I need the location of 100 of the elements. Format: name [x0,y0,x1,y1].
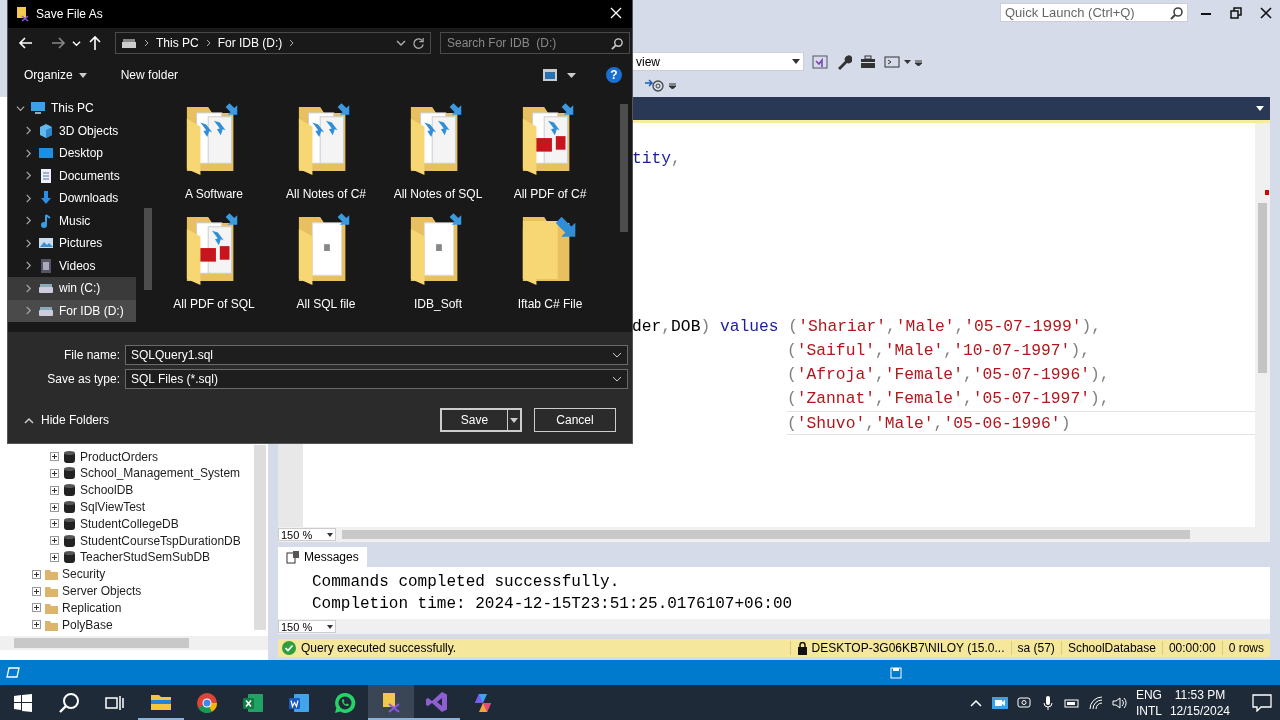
quick-launch-field[interactable]: Quick Launch (Ctrl+Q) [1000,3,1188,22]
forward-arrow-icon[interactable] [50,35,66,51]
nav-item[interactable]: Desktop [8,142,136,165]
database-dropdown[interactable]: view [632,52,804,71]
folder-name[interactable]: A Software [185,187,243,201]
vertical-scrollbar[interactable] [1255,123,1270,527]
expand-icon[interactable] [50,502,59,512]
code-editor-icon[interactable] [425,689,449,714]
expand-icon[interactable] [50,519,59,529]
expand-icon[interactable] [32,569,41,579]
folder-name[interactable]: PolyBase [62,617,113,632]
clock-date[interactable]: 12/15/2024 [1169,702,1230,719]
folder-name[interactable]: Replication [62,600,122,615]
expand-icon[interactable] [32,586,41,596]
chevron-down-icon[interactable] [72,38,81,48]
toolbox-icon[interactable] [860,53,876,70]
chevron-right-icon[interactable] [24,216,33,226]
nav-item[interactable]: 3D Objects [8,119,136,142]
wifi-icon[interactable] [1087,694,1104,711]
chevron-right-icon[interactable] [24,261,33,271]
save-button[interactable]: Save [440,408,522,432]
wrench-icon[interactable] [836,53,852,70]
save-icon[interactable] [890,666,902,679]
messages-tab[interactable]: Messages [278,547,367,567]
back-arrow-icon[interactable] [18,35,34,51]
expand-icon[interactable] [50,485,59,495]
hide-folders-button[interactable]: Hide Folders [18,412,116,428]
restore-icon[interactable] [1228,4,1244,21]
chevron-right-icon[interactable] [24,238,33,248]
database-name[interactable]: StudentCollegeDB [80,516,179,531]
horizontal-scrollbar[interactable] [342,530,1190,539]
language-indicator[interactable]: ENG [1135,686,1162,703]
browser-icon[interactable] [195,690,219,715]
caret-icon[interactable] [904,59,911,64]
speaker-icon[interactable] [1111,694,1128,711]
folder-name[interactable]: All PDF of C# [513,187,587,201]
folder-name[interactable]: All Notes of C# [285,187,366,201]
keyboard-layout[interactable]: INTL [1135,702,1162,719]
notification-icon[interactable] [1252,693,1272,712]
chevron-right-icon[interactable] [24,148,33,158]
new-folder-button[interactable]: New folder [114,66,185,84]
address-bar[interactable]: This PC For IDB (D:) [115,32,431,54]
database-name[interactable]: TeacherStudSemSubDB [80,550,211,565]
nav-item[interactable]: Pictures [8,232,136,255]
chevron-down-icon[interactable] [16,103,25,113]
folder-name[interactable]: All SQL file [296,297,356,311]
expand-icon[interactable] [50,536,59,546]
breadcrumb-item[interactable]: For IDB (D:) [217,36,283,50]
organize-button[interactable]: Organize [18,66,93,84]
breadcrumb-item[interactable]: This PC [156,36,199,50]
chevron-right-icon[interactable] [24,193,33,203]
nav-item[interactable]: Documents [8,164,136,187]
chevron-right-icon[interactable] [24,171,33,181]
chevron-right-icon[interactable] [204,39,212,47]
view-icon[interactable] [543,69,557,81]
database-name[interactable]: SqlViewTest [80,500,146,514]
database-name[interactable]: ProductOrders [80,449,159,464]
help-button[interactable]: ? [606,67,622,83]
chevron-right-icon[interactable] [24,126,33,136]
folder-name[interactable]: All Notes of SQL [393,187,483,201]
overflow-icon[interactable] [669,81,676,89]
database-name[interactable]: StudentCourseTspDurationDB [80,533,241,548]
horizontal-scrollbar[interactable] [0,636,268,650]
expand-icon[interactable] [32,620,41,630]
nav-item[interactable]: Downloads [8,187,136,210]
nav-item[interactable]: Music [8,209,136,232]
search-field[interactable]: Search For IDB (D:) [440,32,630,54]
zoom-dropdown[interactable]: 150 % [278,620,336,633]
clock-time[interactable]: 11:53 PM [1174,686,1226,703]
chevron-right-icon[interactable] [24,306,33,316]
arrow-at-icon[interactable] [645,78,665,92]
file-type-dropdown[interactable]: SQL Files (*.sql) [125,369,628,389]
folder-name[interactable]: All PDF of SQL [173,297,255,311]
close-icon[interactable] [1258,4,1274,21]
chevron-down-icon[interactable] [396,38,406,48]
folder-name[interactable]: Iftab C# File [517,297,583,311]
chat-icon[interactable] [333,690,357,715]
folder-name[interactable]: IDB_Soft [414,297,462,311]
database-name[interactable]: SchoolDB [80,483,134,498]
chevron-right-icon[interactable] [143,39,150,47]
up-arrow-icon[interactable] [87,35,103,51]
zoom-dropdown[interactable]: 150 % [278,528,336,541]
webcam-icon[interactable] [1015,694,1032,711]
cancel-button[interactable]: Cancel [534,408,616,432]
chevron-right-icon[interactable] [288,39,296,47]
folder-name[interactable]: Server Objects [62,584,142,598]
nav-item[interactable]: Videos [8,254,136,277]
expand-icon[interactable] [50,552,59,562]
folder-name[interactable]: Security [62,567,106,582]
caret-icon[interactable] [567,72,576,78]
overflow-icon[interactable] [915,57,922,66]
expand-icon[interactable] [50,468,59,478]
nav-item[interactable]: This PC [8,97,136,120]
database-name[interactable]: School_Management_System [80,466,241,481]
terminal-icon[interactable] [884,53,900,70]
window-icon[interactable] [812,53,828,70]
vertical-scrollbar[interactable] [254,445,266,630]
camera-icon[interactable] [991,694,1008,711]
caret-icon[interactable] [1256,106,1264,111]
nav-item[interactable]: For IDB (D:) [8,299,136,322]
